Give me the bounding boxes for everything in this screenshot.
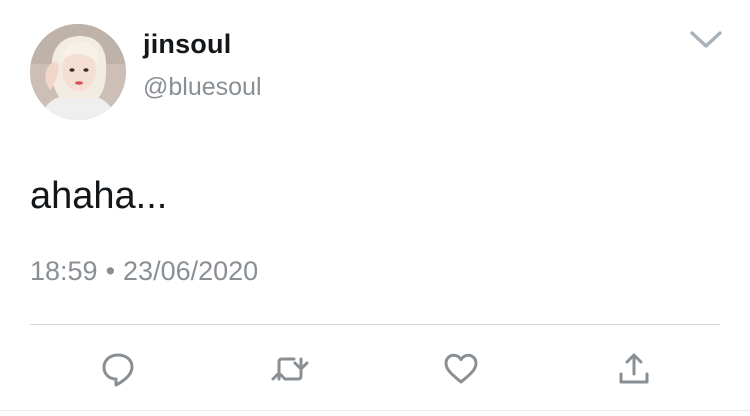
reply-button[interactable] xyxy=(98,349,138,389)
meta-separator: • xyxy=(105,256,116,286)
divider xyxy=(30,324,720,325)
profile-photo-icon xyxy=(30,24,126,120)
tweet-text: ahaha... xyxy=(30,175,168,217)
tweet-timestamp[interactable]: 18:59 • 23/06/2020 xyxy=(30,256,258,287)
retweet-icon xyxy=(271,357,309,381)
tweet-date: 23/06/2020 xyxy=(123,256,259,286)
tweet-card: jinsoul @bluesoul ahaha... 18:59 • 23/06/2… xyxy=(0,0,750,416)
chevron-down-icon[interactable] xyxy=(688,26,724,52)
avatar[interactable] xyxy=(30,24,126,120)
like-button[interactable] xyxy=(441,349,481,389)
bottom-divider xyxy=(0,410,750,411)
display-name[interactable]: jinsoul xyxy=(143,29,231,60)
reply-icon xyxy=(102,353,134,387)
share-button[interactable] xyxy=(614,349,654,389)
user-handle[interactable]: @bluesoul xyxy=(143,73,262,102)
retweet-button[interactable] xyxy=(270,349,310,389)
heart-icon xyxy=(444,353,478,384)
tweet-time: 18:59 xyxy=(30,256,98,286)
share-icon xyxy=(619,353,649,384)
